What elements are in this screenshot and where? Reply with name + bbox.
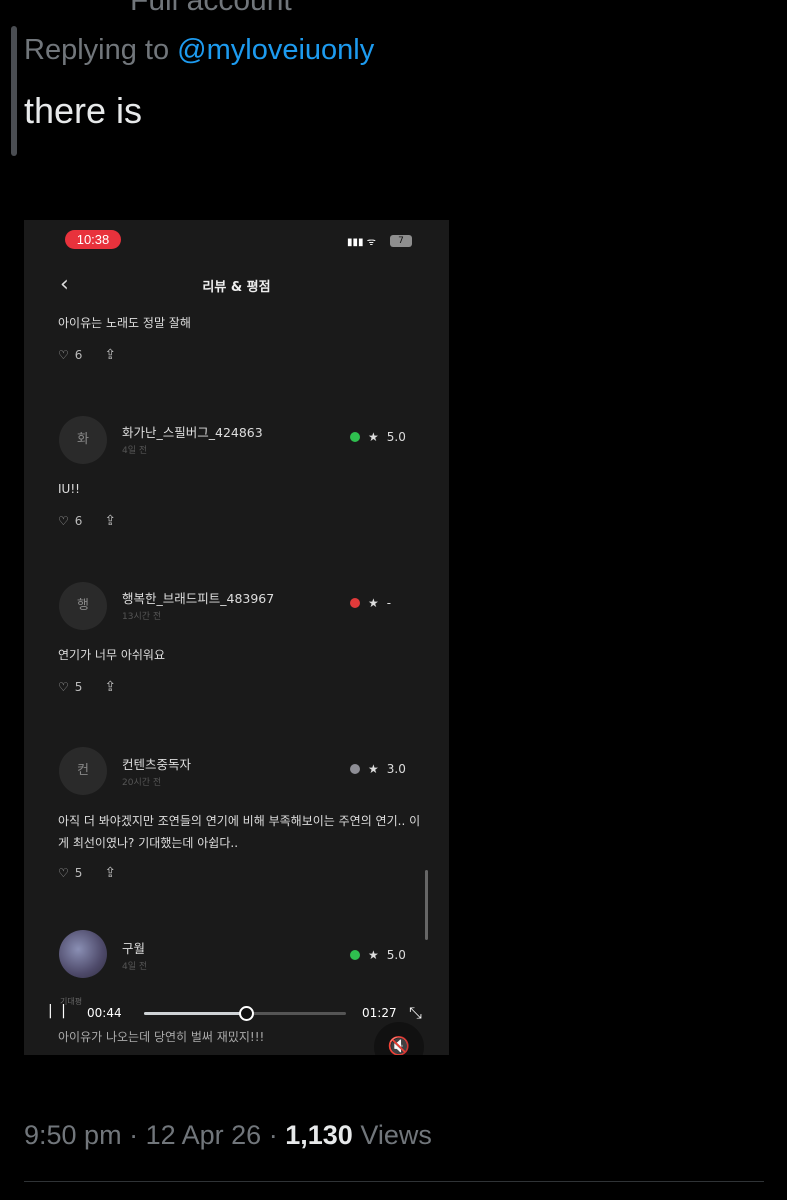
review-text: 아직 더 봐야겠지만 조연들의 연기에 비해 부족해보이는 주연의 연기.. 이… <box>58 814 421 850</box>
status-dot <box>350 950 360 960</box>
battery-icon: 7 <box>390 235 412 247</box>
status-dot <box>350 432 360 442</box>
rating-value: 5.0 <box>386 948 406 962</box>
separator: · <box>129 1120 139 1150</box>
review-rating: ★ 5.0 <box>350 430 406 444</box>
exit-fullscreen-icon[interactable]: ⤡ <box>409 1003 422 1023</box>
replying-prefix: Replying to <box>24 34 170 66</box>
tweet-time[interactable]: 9:50 pm <box>24 1120 122 1150</box>
signal-wifi-icon: ▮▮▮ ᯤ <box>347 237 376 248</box>
replying-to-line: Replying to @myloveiuonly <box>24 34 374 67</box>
status-dot <box>350 598 360 608</box>
divider <box>24 1181 764 1182</box>
replying-handle-link[interactable]: @myloveiuonly <box>177 34 374 66</box>
pause-icon[interactable]: | | <box>48 1003 68 1019</box>
avatar: 행 <box>59 582 107 630</box>
review-actions: ♡ 5 ⇪ <box>58 679 116 695</box>
phone-screen-recording: 10:38 ▮▮▮ ᯤ 7 ‹ 리뷰 & 평점 아이유는 노래도 정말 잘해 ♡… <box>24 220 449 1055</box>
share-icon[interactable]: ⇪ <box>104 347 116 363</box>
review-rating: ★ 3.0 <box>350 762 406 776</box>
review-rating: ★ - <box>350 596 391 610</box>
review-username: 행복한_브래드피트_483967 <box>122 591 275 606</box>
thread-line <box>11 26 17 156</box>
current-time: 00:44 <box>87 1006 122 1020</box>
heart-icon[interactable]: ♡ <box>58 514 69 528</box>
rating-value: 5.0 <box>386 430 406 444</box>
progress-fill <box>144 1012 247 1015</box>
review-username: 구월 <box>122 941 146 956</box>
review-text: 아이유는 노래도 정말 잘해 <box>58 316 191 330</box>
tweet-text: there is <box>24 90 143 131</box>
heart-icon[interactable]: ♡ <box>58 348 69 362</box>
review-username: 화가난_스필버그_424863 <box>122 425 263 440</box>
status-dot <box>350 764 360 774</box>
status-time: 10:38 <box>65 230 121 249</box>
review-username: 컨텐츠중독자 <box>122 757 192 772</box>
heart-icon[interactable]: ♡ <box>58 680 69 694</box>
review-text: IU!! <box>58 482 80 496</box>
review-actions: ♡ 5 ⇪ <box>58 865 116 881</box>
review-actions: ♡ 6 ⇪ <box>58 347 116 363</box>
views-label: Views <box>360 1120 432 1150</box>
like-count: 6 <box>74 348 83 362</box>
star-icon: ★ <box>368 762 379 776</box>
review-text: 연기가 너무 아쉬워요 <box>58 648 165 662</box>
star-icon: ★ <box>368 596 379 610</box>
review-actions: ♡ 6 ⇪ <box>58 513 116 529</box>
page-title: 리뷰 & 평점 <box>202 280 271 295</box>
share-icon[interactable]: ⇪ <box>104 513 116 529</box>
tweet-metadata: 9:50 pm · 12 Apr 26 · 1,130 Views <box>24 1120 432 1151</box>
cut-off-header-text: Full account <box>130 0 292 17</box>
like-count: 5 <box>74 680 83 694</box>
like-count: 5 <box>74 866 83 880</box>
like-count: 6 <box>74 514 83 528</box>
duration: 01:27 <box>362 1006 397 1020</box>
review-date: 13시간 전 <box>122 612 162 622</box>
heart-icon[interactable]: ♡ <box>58 866 69 880</box>
rating-value: - <box>386 596 392 610</box>
avatar: 화 <box>59 416 107 464</box>
scroll-indicator <box>425 870 428 940</box>
rating-value: 3.0 <box>386 762 406 776</box>
tweet-date[interactable]: 12 Apr 26 <box>146 1120 262 1150</box>
star-icon: ★ <box>368 430 379 444</box>
avatar <box>59 930 107 978</box>
review-date: 4일 전 <box>122 446 148 456</box>
views-count: 1,130 <box>285 1120 353 1150</box>
review-date: 20시간 전 <box>122 778 162 788</box>
share-icon[interactable]: ⇪ <box>104 679 116 695</box>
star-icon: ★ <box>368 948 379 962</box>
avatar: 컨 <box>59 747 107 795</box>
ghost-review-text: 아이유가 나오는데 당연히 벌써 재밌지!!! <box>58 1030 265 1044</box>
review-date: 4일 전 <box>122 962 148 972</box>
review-rating: ★ 5.0 <box>350 948 406 962</box>
share-icon[interactable]: ⇪ <box>104 865 116 881</box>
embedded-video[interactable]: 10:38 ▮▮▮ ᯤ 7 ‹ 리뷰 & 평점 아이유는 노래도 정말 잘해 ♡… <box>24 220 449 1055</box>
separator: · <box>268 1120 278 1150</box>
